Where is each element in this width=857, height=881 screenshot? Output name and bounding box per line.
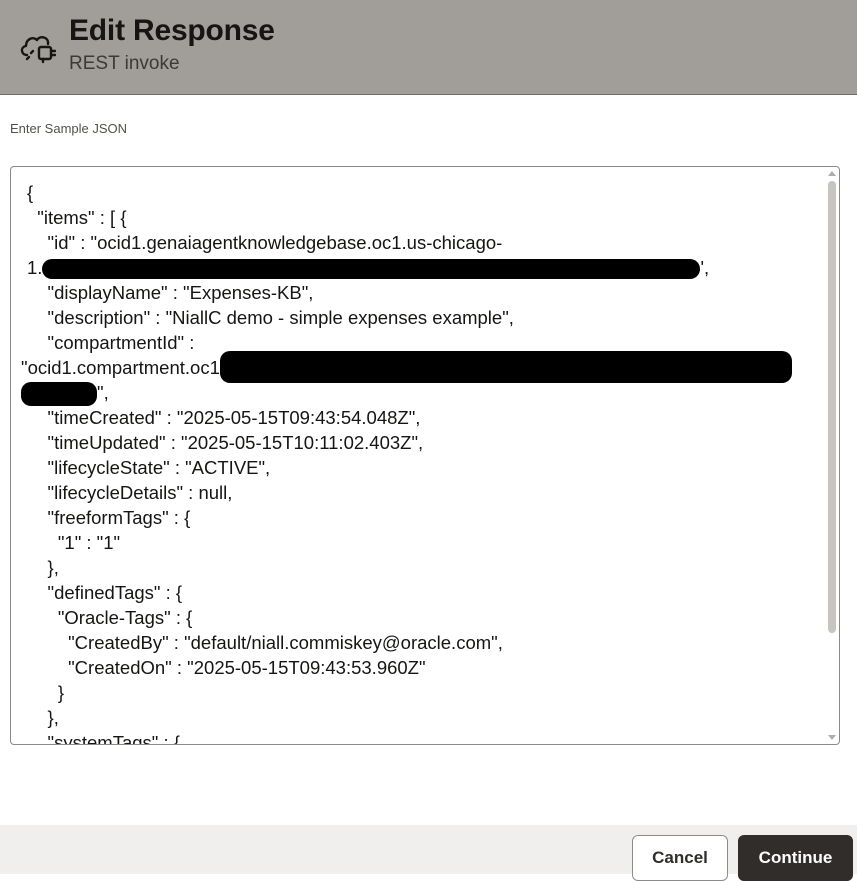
code-line: 1. ', bbox=[27, 255, 817, 280]
code-line: "1" : "1" bbox=[27, 532, 121, 553]
code-line: "Oracle-Tags" : { bbox=[27, 607, 193, 628]
page-subtitle: REST invoke bbox=[69, 53, 180, 74]
code-text: ", bbox=[97, 382, 109, 403]
code-line: }, bbox=[27, 557, 59, 578]
cancel-button[interactable]: Cancel bbox=[632, 835, 728, 881]
sample-json-label: Enter Sample JSON bbox=[10, 121, 128, 136]
scroll-up-arrow-icon[interactable] bbox=[828, 171, 836, 176]
code-text: ', bbox=[700, 257, 710, 278]
json-code[interactable]: { "items" : [ { "id" : "ocid1.genaiagent… bbox=[21, 180, 817, 745]
code-line: "systemTags" : { bbox=[27, 732, 180, 745]
code-line: ", bbox=[21, 380, 817, 407]
code-text: "ocid1.compartment.oc1 bbox=[21, 357, 220, 378]
code-line: }, bbox=[27, 707, 59, 728]
redaction-block bbox=[21, 382, 97, 407]
scroll-down-arrow-icon[interactable] bbox=[828, 735, 836, 740]
code-line: "freeformTags" : { bbox=[27, 507, 191, 528]
code-line: "id" : "ocid1.genaiagentknowledgebase.oc… bbox=[27, 232, 503, 253]
dialog-header: Edit Response REST invoke bbox=[0, 0, 857, 95]
code-line: "items" : [ { bbox=[27, 207, 127, 228]
code-line: "timeCreated" : "2025-05-15T09:43:54.048… bbox=[27, 407, 421, 428]
code-line: "description" : "NiallC demo - simple ex… bbox=[27, 307, 514, 328]
code-line: "definedTags" : { bbox=[27, 582, 183, 603]
code-line: "ocid1.compartment.oc1 bbox=[21, 351, 817, 384]
redaction-block bbox=[219, 351, 792, 384]
code-line: "CreatedOn" : "2025-05-15T09:43:53.960Z" bbox=[27, 657, 426, 678]
code-line: "lifecycleState" : "ACTIVE", bbox=[27, 457, 271, 478]
redaction-block bbox=[42, 259, 701, 280]
continue-button[interactable]: Continue bbox=[738, 835, 853, 881]
code-line: "CreatedBy" : "default/niall.commiskey@o… bbox=[27, 632, 503, 653]
editor-scrollbar[interactable] bbox=[825, 167, 839, 744]
code-text: 1. bbox=[27, 257, 43, 278]
code-line: } bbox=[27, 682, 65, 703]
page-title: Edit Response bbox=[69, 14, 275, 47]
code-line: { bbox=[27, 182, 34, 203]
dialog-footer: Cancel Continue bbox=[0, 825, 857, 881]
code-line: "displayName" : "Expenses-KB", bbox=[27, 282, 314, 303]
sample-json-editor[interactable]: { "items" : [ { "id" : "ocid1.genaiagent… bbox=[10, 166, 840, 745]
cloud-plug-icon bbox=[20, 36, 56, 64]
code-line: "lifecycleDetails" : null, bbox=[27, 482, 233, 503]
code-line: "timeUpdated" : "2025-05-15T10:11:02.403… bbox=[27, 432, 424, 453]
scrollbar-thumb[interactable] bbox=[828, 181, 836, 633]
